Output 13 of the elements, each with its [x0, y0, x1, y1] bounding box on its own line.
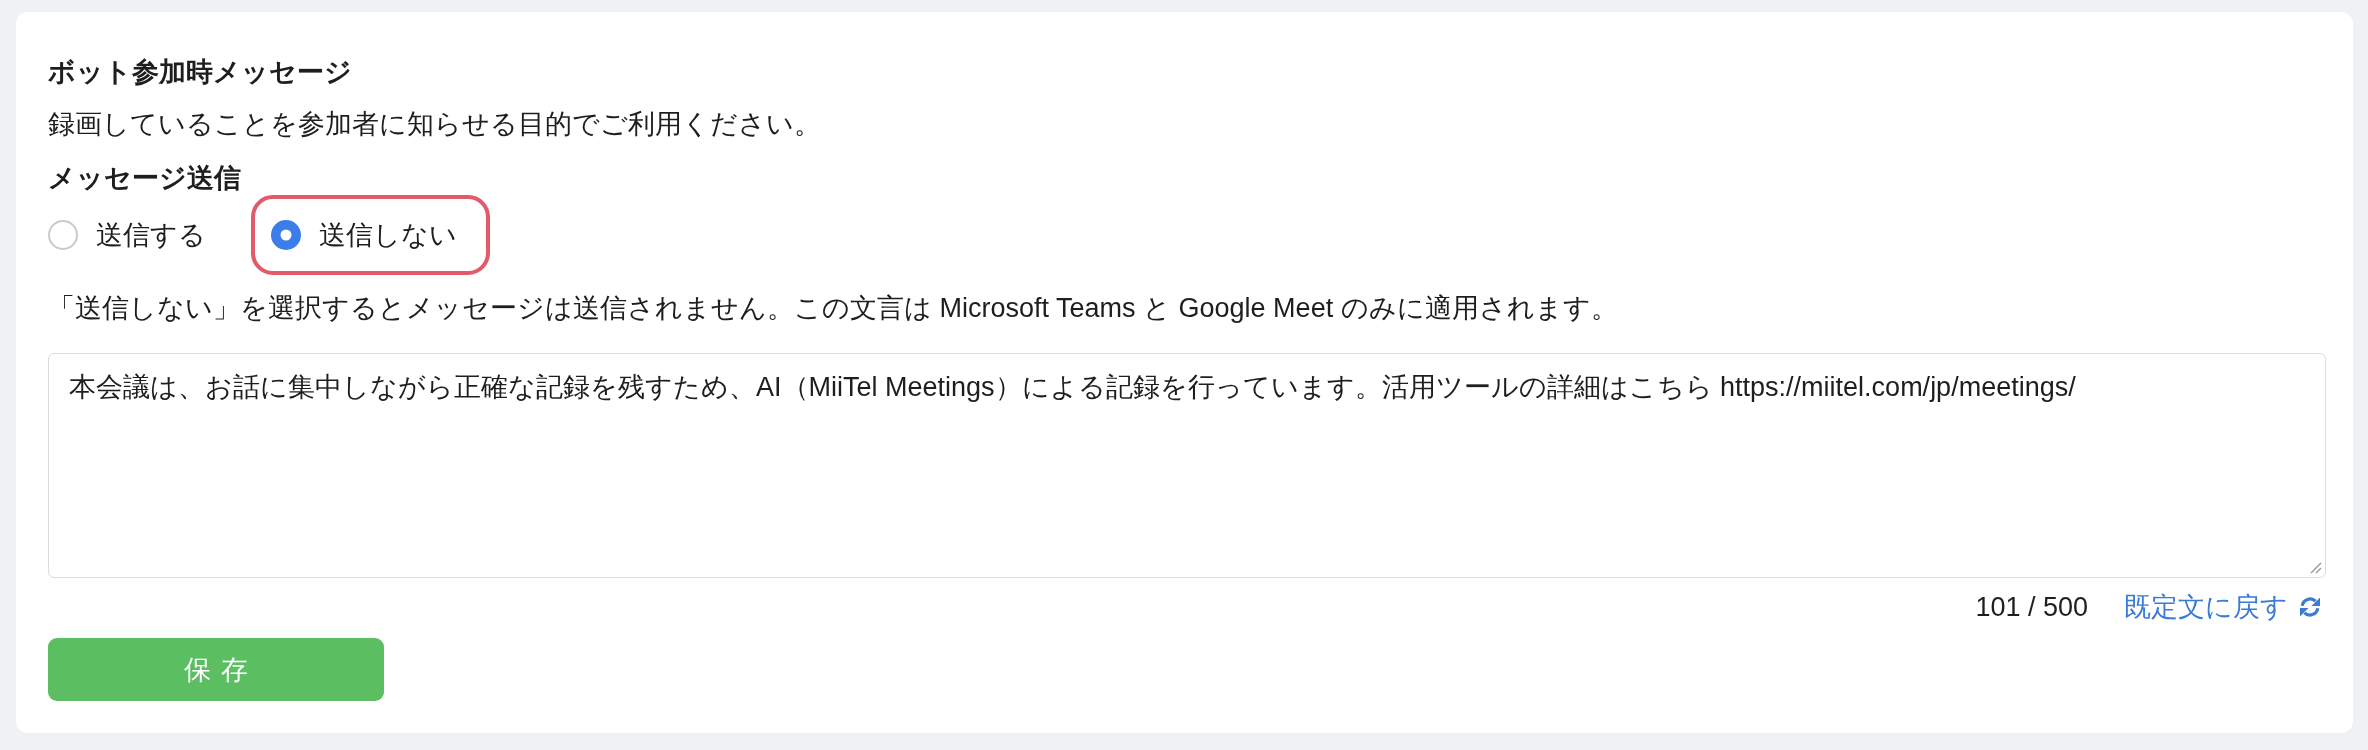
refresh-icon[interactable] [2298, 595, 2322, 619]
section-description: 録画していることを参加者に知らせる目的でご利用ください。 [48, 108, 821, 141]
section-title: ボット参加時メッセージ [48, 56, 352, 89]
radio-option[interactable]: 送信する [28, 195, 239, 275]
character-counter: 101 / 500 [1975, 591, 2088, 624]
message-field[interactable]: 本会議は、お話に集中しながら正確な記録を残すため、AI（MiiTel Meetings）による記録を行っています。活用ツールの詳細はこちら https://miitel.com/jp/meetings/ [48, 353, 2326, 578]
radio-button-icon[interactable] [271, 220, 301, 250]
field-label: メッセージ送信 [48, 162, 241, 195]
radio-option[interactable]: 送信しない [251, 195, 490, 275]
radio-button-icon[interactable] [48, 220, 78, 250]
resize-grip-icon[interactable] [2308, 560, 2322, 574]
reset-default-link[interactable]: 既定文に戻す [2124, 587, 2322, 627]
note-text: 「送信しない」を選択するとメッセージは送信されません。この文言は Microsoft Teams と Google Meet のみに適用されます。 [48, 292, 1618, 325]
